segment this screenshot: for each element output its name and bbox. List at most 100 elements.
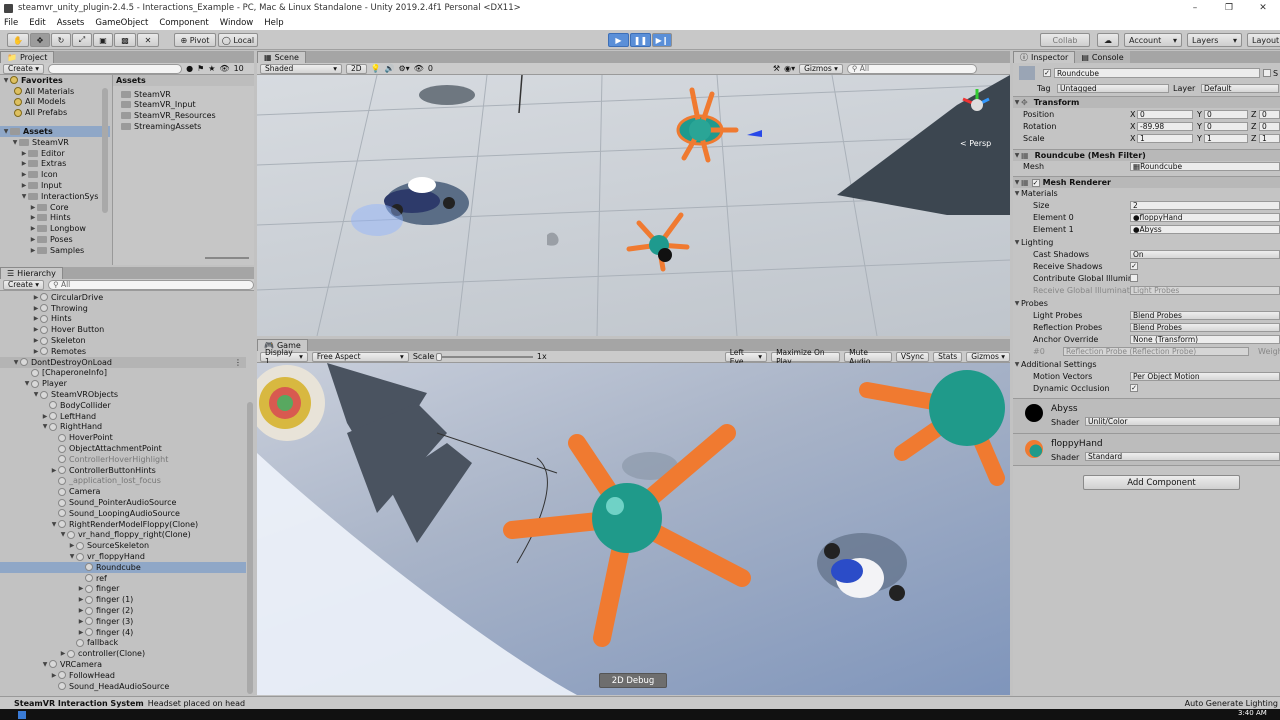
favorite-item[interactable]: All Prefabs	[0, 107, 110, 118]
expand-arrow-icon[interactable]: ▼	[41, 423, 49, 430]
hierarchy-item[interactable]: ▶ Skeleton	[0, 335, 246, 346]
hierarchy-item[interactable]: ▼ Player	[0, 378, 246, 389]
favorite-item[interactable]: All Materials	[0, 86, 110, 97]
scale-x-field[interactable]: 1	[1137, 133, 1193, 143]
asset-folder-item[interactable]: SteamVR	[113, 89, 254, 100]
rotate-tool-icon[interactable]: ↻	[51, 33, 71, 47]
expand-arrow-icon[interactable]: ▶	[77, 596, 85, 603]
expand-arrow-icon[interactable]: ▶	[32, 337, 40, 344]
hierarchy-create-button[interactable]: Create ▾	[3, 279, 45, 290]
floppy-shader-dropdown[interactable]: Standard	[1085, 452, 1280, 461]
expand-arrow-icon[interactable]: ▶	[20, 150, 28, 157]
menu-edit[interactable]: Edit	[29, 18, 45, 28]
expand-arrow-icon[interactable]: ▶	[77, 629, 85, 636]
expand-arrow-icon[interactable]: ▶	[29, 225, 37, 232]
pivot-toggle[interactable]: ⊕ Pivot	[174, 33, 216, 47]
tools-icon[interactable]: ⚒	[773, 64, 780, 73]
hierarchy-item[interactable]: ▶ SourceSkeleton	[0, 540, 246, 551]
hierarchy-item[interactable]: ▶ controller(Clone)	[0, 648, 246, 659]
expand-arrow-icon[interactable]: ▼	[50, 521, 58, 528]
project-folder-item[interactable]: ▶ Samples	[0, 245, 110, 256]
tab-project[interactable]: 📁 Project	[0, 51, 55, 63]
scene-root-item[interactable]: ▼ DontDestroyOnLoad ⋮	[0, 356, 246, 368]
lighting-foldout[interactable]: ▼ Lighting	[1013, 236, 1280, 248]
hierarchy-item[interactable]: ▶ finger (1)	[0, 594, 246, 605]
expand-arrow-icon[interactable]: ▼	[20, 193, 28, 200]
tab-inspector[interactable]: ⓘ Inspector	[1013, 51, 1076, 63]
stats-toggle[interactable]: Stats	[933, 351, 963, 362]
project-tree-scrollbar[interactable]	[102, 88, 108, 213]
hand-tool-icon[interactable]: ✋	[7, 33, 29, 47]
expand-arrow-icon[interactable]: ▼	[23, 380, 31, 387]
hierarchy-item[interactable]: ▶ finger	[0, 584, 246, 595]
hierarchy-item[interactable]: ▶ FollowHead	[0, 670, 246, 681]
static-checkbox[interactable]	[1263, 69, 1271, 77]
hierarchy-scrollbar[interactable]	[247, 402, 253, 694]
favorite-item[interactable]: All Models	[0, 97, 110, 108]
scale-z-field[interactable]: 1	[1259, 133, 1280, 143]
project-folder-item[interactable]: ▶ Core	[0, 202, 110, 213]
hierarchy-item[interactable]: ▶ LeftHand	[0, 411, 246, 422]
vsync-toggle[interactable]: VSync	[895, 351, 930, 362]
move-tool-icon[interactable]: ✥	[30, 33, 50, 47]
active-checkbox[interactable]: ✓	[1043, 69, 1051, 77]
hierarchy-search-input[interactable]: ⚲ All	[48, 279, 254, 290]
menu-component[interactable]: Component	[159, 18, 208, 28]
asset-folder-item[interactable]: SteamVR_Resources	[113, 110, 254, 121]
favorite-star-icon[interactable]: ★	[208, 64, 215, 73]
project-folder-item[interactable]: ▼ InteractionSys	[0, 191, 110, 202]
account-dropdown[interactable]: Account ▾	[1124, 33, 1182, 47]
layout-dropdown[interactable]: Layout	[1247, 33, 1280, 47]
left-eye-dropdown[interactable]: Left Eye ▾	[724, 348, 768, 366]
motion-vectors-dropdown[interactable]: Per Object Motion	[1130, 371, 1280, 381]
tab-hierarchy[interactable]: ☰ Hierarchy	[0, 267, 63, 279]
scale-slider[interactable]	[436, 352, 533, 361]
hierarchy-item[interactable]: ▶ Hints	[0, 314, 246, 325]
assets-root-item[interactable]: ▼ Assets	[0, 126, 110, 137]
tag-dropdown[interactable]: Untagged	[1057, 83, 1169, 93]
expand-arrow-icon[interactable]: ▶	[77, 618, 85, 625]
rotation-z-field[interactable]: 0	[1259, 121, 1280, 131]
mode-2d-toggle[interactable]: 2D	[346, 63, 367, 74]
expand-arrow-icon[interactable]: ▶	[32, 326, 40, 333]
position-y-field[interactable]: 0	[1204, 109, 1248, 119]
hidden-fx-icon[interactable]: 👁	[414, 64, 424, 73]
menu-assets[interactable]: Assets	[57, 18, 85, 28]
asset-folder-item[interactable]: StreamingAssets	[113, 121, 254, 132]
hierarchy-item[interactable]: ▶ finger (2)	[0, 605, 246, 616]
position-z-field[interactable]: 0	[1259, 109, 1280, 119]
mesh-field[interactable]: ▦ Roundcube	[1130, 161, 1280, 171]
expand-arrow-icon[interactable]: ▼	[12, 359, 20, 366]
audio-icon[interactable]: 🔊	[385, 64, 395, 73]
cast-shadows-dropdown[interactable]: On	[1130, 249, 1280, 259]
scene-viewport[interactable]: < Persp	[257, 75, 1010, 336]
debug-2d-button[interactable]: 2D Debug	[599, 673, 667, 688]
pause-button[interactable]: ❚❚	[630, 33, 651, 47]
hierarchy-item[interactable]: ▼ vr_hand_floppy_right(Clone)	[0, 530, 246, 541]
hierarchy-item[interactable]: ref	[0, 573, 246, 584]
scale-y-field[interactable]: 1	[1204, 133, 1248, 143]
icon-size-slider[interactable]	[205, 257, 249, 259]
expand-arrow-icon[interactable]: ▶	[29, 204, 37, 211]
menu-window[interactable]: Window	[220, 18, 254, 28]
project-folder-item[interactable]: ▶ Editor	[0, 148, 110, 159]
hierarchy-item[interactable]: BodyCollider	[0, 400, 246, 411]
mute-audio-toggle[interactable]: Mute Audio	[844, 348, 892, 366]
expand-arrow-icon[interactable]: ▶	[20, 171, 28, 178]
hierarchy-item[interactable]: Roundcube	[0, 561, 246, 573]
maximize-on-play-toggle[interactable]: Maximize On Play	[771, 348, 841, 366]
hierarchy-item[interactable]: Sound_PointerAudioSource	[0, 497, 246, 508]
hierarchy-item[interactable]: ▶ Remotes	[0, 346, 246, 357]
close-icon[interactable]: ✕	[1246, 0, 1280, 16]
expand-arrow-icon[interactable]: ▶	[50, 672, 58, 679]
game-gizmos-dropdown[interactable]: Gizmos ▾	[966, 351, 1011, 362]
effects-icon[interactable]: ⚙▾	[398, 64, 409, 73]
hierarchy-item[interactable]: HoverPoint	[0, 432, 246, 443]
hierarchy-item[interactable]: ObjectAttachmentPoint	[0, 443, 246, 454]
expand-arrow-icon[interactable]: ▶	[32, 305, 40, 312]
aspect-dropdown[interactable]: Free Aspect ▾	[311, 351, 409, 362]
expand-arrow-icon[interactable]: ▼	[41, 661, 49, 668]
hierarchy-item[interactable]: Camera	[0, 486, 246, 497]
expand-arrow-icon[interactable]: ▼	[68, 553, 76, 560]
menu-gameobject[interactable]: GameObject	[95, 18, 148, 28]
